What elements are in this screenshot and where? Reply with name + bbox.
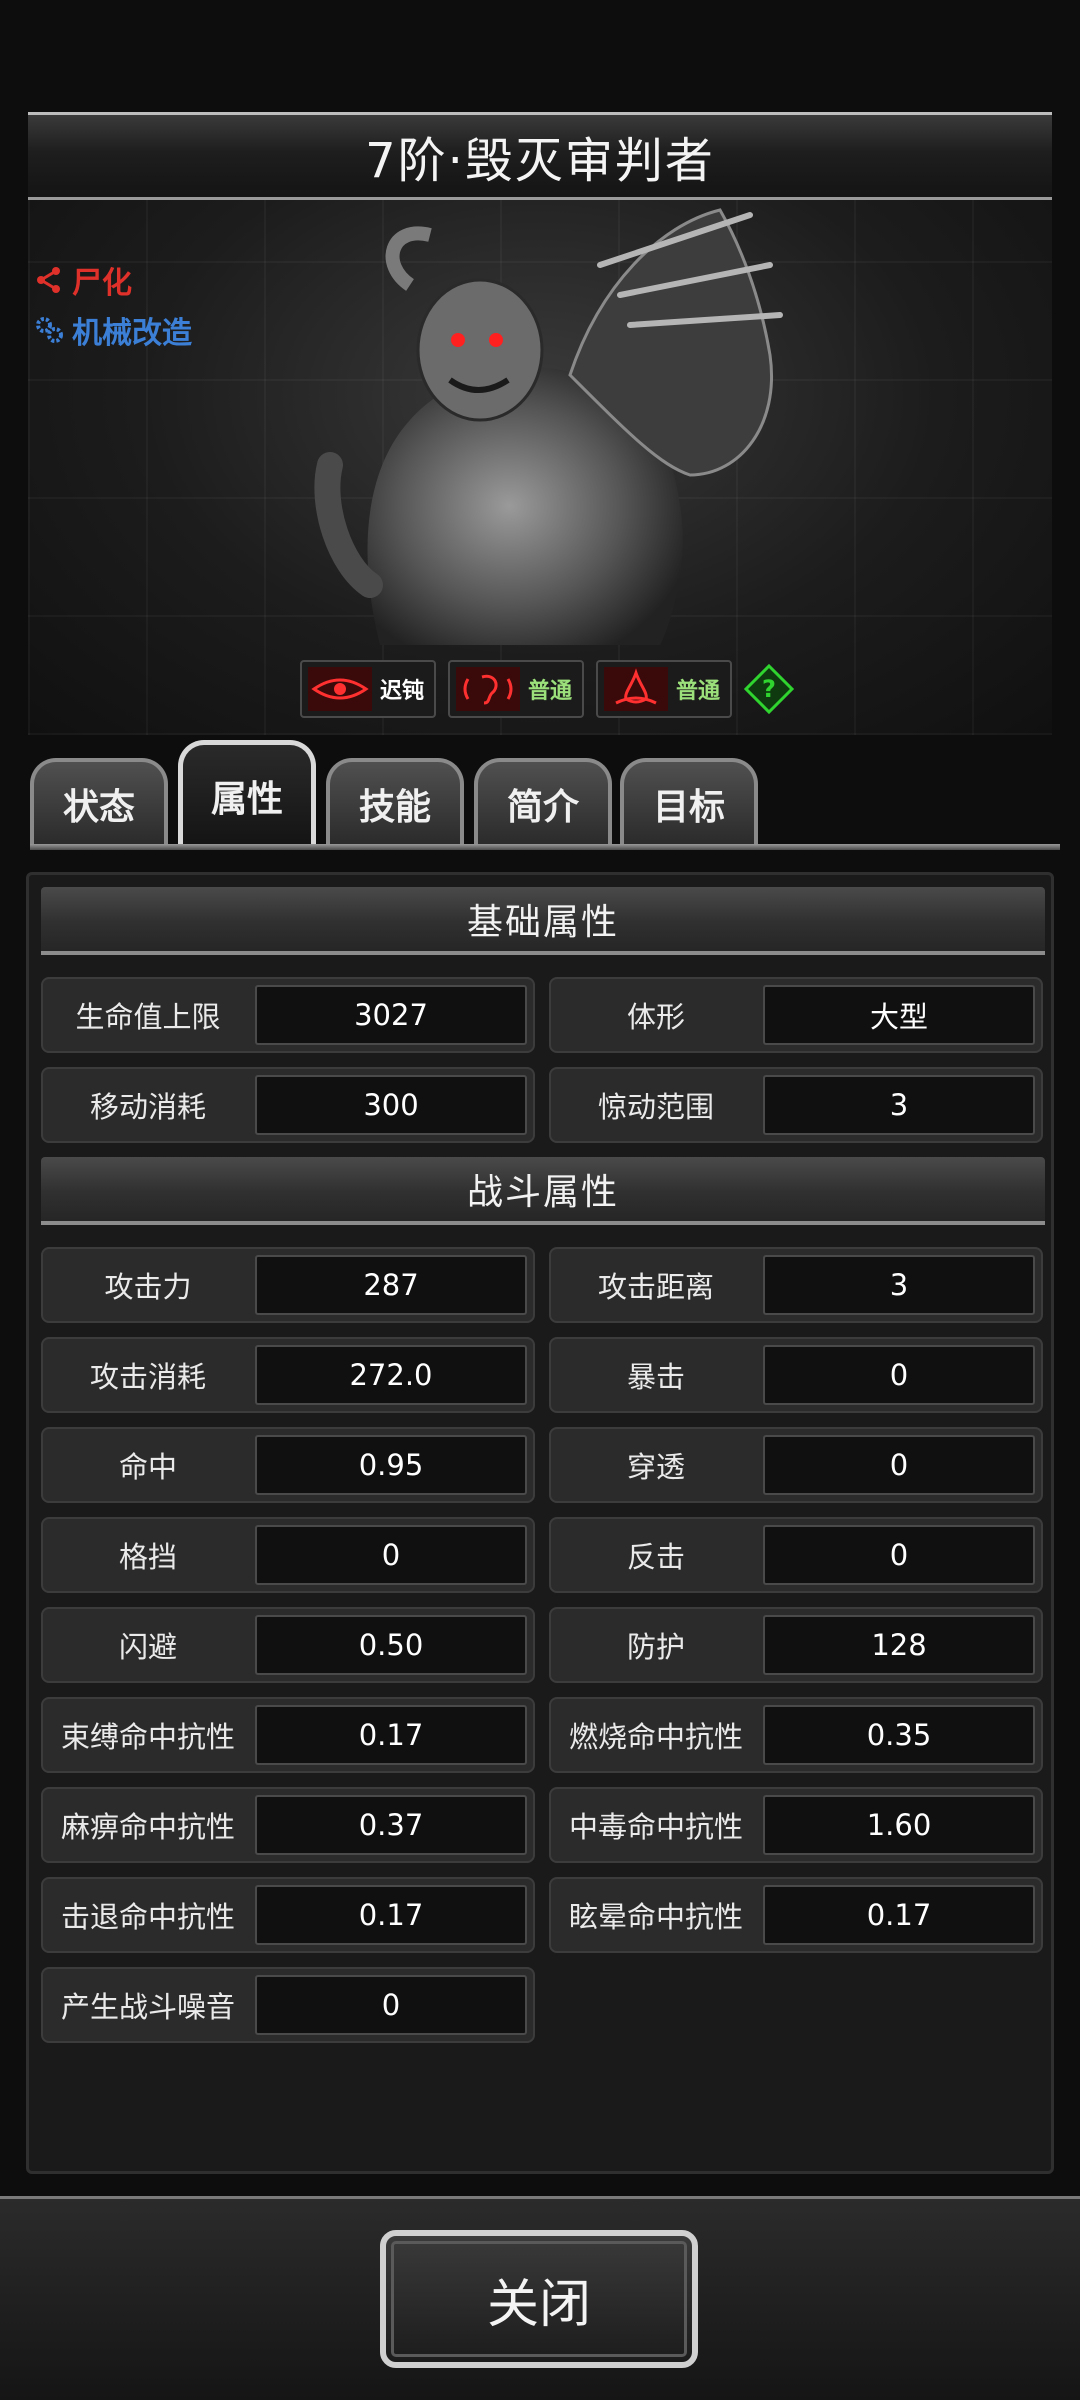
stat-value: 0.17 (255, 1705, 527, 1765)
trait-mechanical[interactable]: 机械改造 (34, 308, 192, 352)
stat-value: 300 (255, 1075, 527, 1135)
stat-row: 格挡 0 (41, 1517, 535, 1593)
stat-value: 0.50 (255, 1615, 527, 1675)
stat-row: 暴击 0 (549, 1337, 1043, 1413)
stat-label: 移动消耗 (89, 1090, 206, 1124)
stat-label: 格挡 (118, 1540, 177, 1574)
stat-value: 0 (255, 1975, 527, 2035)
stat-value: 3 (763, 1255, 1035, 1315)
stat-row: 麻痹命中抗性 0.37 (41, 1787, 535, 1863)
eye-icon (308, 667, 372, 711)
stat-value: 0 (255, 1525, 527, 1585)
stat-value: 128 (763, 1615, 1035, 1675)
stat-label: 击退命中抗性 (60, 1900, 235, 1934)
stat-row: 攻击距离 3 (549, 1247, 1043, 1323)
stat-row: 燃烧命中抗性 0.35 (549, 1697, 1043, 1773)
hearing-label: 普通 (528, 679, 573, 704)
trait-corpse[interactable]: 尸化 (34, 258, 132, 302)
trait-label: 机械改造 (72, 316, 192, 351)
smell-status[interactable]: 普通 (596, 660, 733, 718)
share-icon (37, 267, 60, 293)
stat-label: 闪避 (118, 1630, 177, 1664)
stat-row: 产生战斗噪音 0 (41, 1967, 535, 2043)
stat-value: 0 (763, 1435, 1035, 1495)
stat-label: 攻击消耗 (89, 1360, 206, 1394)
stat-row: 体形 大型 (549, 977, 1043, 1053)
stat-label: 中毒命中抗性 (568, 1810, 743, 1844)
sight-label: 迟钝 (380, 679, 425, 704)
stat-row: 生命值上限 3027 (41, 977, 535, 1053)
stat-value: 0.17 (255, 1885, 527, 1945)
stat-value: 272.0 (255, 1345, 527, 1405)
trait-label: 尸化 (72, 266, 132, 301)
sight-status[interactable]: 迟钝 (300, 660, 437, 718)
ear-icon (456, 667, 521, 711)
stat-label: 穿透 (626, 1450, 685, 1484)
stat-label: 防护 (626, 1630, 685, 1664)
stat-label: 产生战斗噪音 (60, 1990, 235, 2024)
stat-value: 0 (763, 1345, 1035, 1405)
tab-status[interactable]: 状态 (30, 758, 168, 846)
smell-label: 普通 (676, 679, 721, 704)
sense-status-row: 迟钝 普通 普通 ? (300, 660, 795, 718)
tab-divider (30, 844, 1060, 850)
stat-value: 0 (763, 1525, 1035, 1585)
stat-label: 暴击 (626, 1360, 685, 1394)
stat-label: 惊动范围 (597, 1090, 714, 1124)
stat-row: 攻击消耗 272.0 (41, 1337, 535, 1413)
nose-icon (604, 667, 669, 711)
tab-target[interactable]: 目标 (620, 758, 758, 846)
help-icon[interactable]: ? (744, 664, 795, 714)
stat-value: 0.95 (255, 1435, 527, 1495)
close-button[interactable]: 关闭 (380, 2230, 698, 2368)
stat-row: 惊动范围 3 (549, 1067, 1043, 1143)
monster-portrait (314, 208, 783, 645)
stat-row: 命中 0.95 (41, 1427, 535, 1503)
stat-row: 反击 0 (549, 1517, 1043, 1593)
stat-label: 反击 (626, 1540, 685, 1574)
stat-value: 287 (255, 1255, 527, 1315)
tab-attributes[interactable]: 属性 (178, 740, 316, 846)
stat-row: 防护 128 (549, 1607, 1043, 1683)
stat-label: 麻痹命中抗性 (60, 1810, 235, 1844)
stat-row: 眩晕命中抗性 0.17 (549, 1877, 1043, 1953)
combat-attributes-heading: 战斗属性 (41, 1157, 1045, 1225)
stat-value: 0.37 (255, 1795, 527, 1855)
stat-row: 闪避 0.50 (41, 1607, 535, 1683)
monster-title: 7阶·毁灭审判者 (365, 133, 715, 189)
stat-label: 攻击距离 (597, 1270, 714, 1304)
stat-value: 3 (763, 1075, 1035, 1135)
stat-label: 束缚命中抗性 (60, 1720, 235, 1754)
tab-bar: 状态 属性 技能 简介 目标 (30, 740, 1060, 850)
stat-row: 移动消耗 300 (41, 1067, 535, 1143)
tab-profile[interactable]: 简介 (474, 758, 612, 846)
stat-label: 眩晕命中抗性 (568, 1900, 743, 1934)
stat-label: 命中 (118, 1450, 177, 1484)
title-bar: 7阶·毁灭审判者 (28, 112, 1052, 200)
stat-row: 攻击力 287 (41, 1247, 535, 1323)
stat-value: 0.17 (763, 1885, 1035, 1945)
stat-label: 生命值上限 (75, 1000, 221, 1034)
stat-row: 穿透 0 (549, 1427, 1043, 1503)
stat-label: 攻击力 (104, 1270, 192, 1304)
stat-value: 大型 (763, 985, 1035, 1045)
tab-skills[interactable]: 技能 (326, 758, 464, 846)
stat-row: 击退命中抗性 0.17 (41, 1877, 535, 1953)
stat-value: 0.35 (763, 1705, 1035, 1765)
stat-row: 中毒命中抗性 1.60 (549, 1787, 1043, 1863)
stat-value: 3027 (255, 985, 527, 1045)
stat-label: 燃烧命中抗性 (568, 1720, 743, 1754)
hearing-status[interactable]: 普通 (448, 660, 585, 718)
stat-label: 体形 (626, 1000, 685, 1034)
attributes-panel[interactable]: 基础属性 生命值上限 3027 体形 大型 移动消耗 300 惊动范围 3 战斗… (26, 872, 1054, 2174)
svg-text:?: ? (762, 675, 776, 703)
gear-cluster-icon (36, 317, 63, 343)
stat-row: 束缚命中抗性 0.17 (41, 1697, 535, 1773)
stat-value: 1.60 (763, 1795, 1035, 1855)
basic-attributes-heading: 基础属性 (41, 887, 1045, 955)
